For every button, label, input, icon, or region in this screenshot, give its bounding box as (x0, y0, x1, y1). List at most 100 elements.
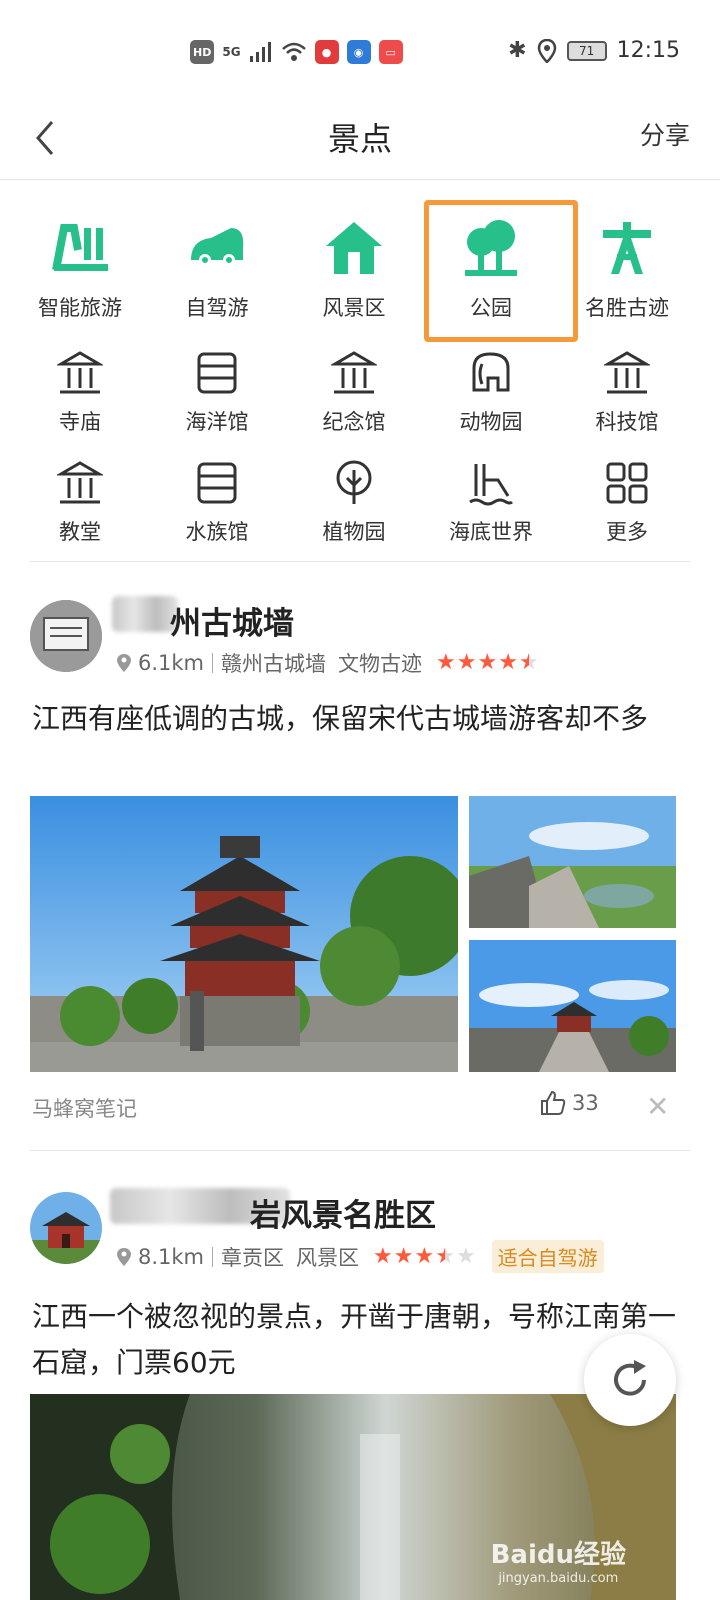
network-label: 5G (222, 45, 241, 59)
category-label: 海底世界 (449, 520, 533, 544)
area: 章贡区 (221, 1245, 285, 1270)
category-zoo[interactable]: 动物园 (422, 340, 560, 450)
category-scenic-area[interactable]: 风景区 (285, 206, 423, 320)
half-star-icon: ★ (435, 1243, 455, 1269)
car-icon (191, 228, 244, 266)
pavilion-photo (30, 796, 458, 1072)
category-aquarium[interactable]: 水族馆 (148, 450, 286, 560)
distance: 6.1km (138, 651, 205, 675)
temple-icon (57, 351, 103, 394)
aquarium-icon (197, 462, 237, 504)
camera-app-icon: ◉ (346, 40, 371, 64)
avatar-image (30, 600, 102, 672)
star-icon: ★ (498, 650, 518, 675)
status-right-icons: ✱ 71 12:15 (508, 38, 680, 63)
star-icon: ★ (414, 1243, 435, 1269)
post-description: 江西有座低调的古城，保留宋代古城墙游客却不多 (32, 702, 649, 735)
like-count: 33 (572, 1091, 599, 1115)
category-church[interactable]: 教堂 (11, 450, 149, 560)
empty-star-icon: ★ (455, 1243, 476, 1269)
blurred-text (112, 596, 178, 632)
memorial-icon (331, 351, 377, 394)
post-meta: 8.1km 章贡区 风景区 ★ ★ ★ ★ ★ 适合自驾游 (116, 1240, 604, 1273)
refresh-button[interactable] (584, 1334, 676, 1426)
watermark-url: jingyan.baidu.com (498, 1571, 619, 1586)
smart-travel-icon (52, 224, 108, 271)
bluetooth-icon: ✱ (508, 38, 527, 63)
status-bar: HD 5G ● ◉ ▭ ✱ 71 12:15 (0, 0, 720, 100)
dismiss-button[interactable]: ✕ (646, 1090, 669, 1123)
category-type: 风景区 (296, 1245, 360, 1270)
category-label: 名胜古迹 (585, 296, 669, 320)
category-label: 教堂 (59, 520, 101, 544)
category-smart-travel[interactable]: 智能旅游 (11, 206, 149, 320)
avatar[interactable] (30, 600, 102, 672)
star-icon: ★ (436, 650, 456, 675)
category-botanical-garden[interactable]: 植物园 (285, 450, 423, 560)
area: 赣州古城墙 (221, 652, 327, 676)
category-label: 动物园 (459, 410, 523, 434)
avatar-image (30, 1192, 102, 1264)
post-side-photo[interactable] (469, 940, 676, 1072)
category-type: 文物古迹 (338, 652, 423, 676)
store-app-icon: ▭ (378, 40, 403, 64)
category-self-drive[interactable]: 自驾游 (148, 206, 286, 320)
post-main-photo[interactable] (30, 796, 458, 1072)
church-icon (57, 461, 103, 504)
plant-icon (336, 460, 372, 504)
elephant-icon (472, 352, 510, 392)
category-label: 更多 (606, 520, 648, 544)
wall-photo (469, 796, 676, 928)
meta-separator (212, 1246, 214, 1267)
category-ocean-hall[interactable]: 海洋馆 (148, 340, 286, 450)
signal-icon (249, 42, 271, 62)
rating-stars: ★ ★ ★ ★ ★ (373, 1243, 476, 1269)
clock: 12:15 (616, 38, 680, 63)
watermark-brand: Baidu经验 (490, 1540, 626, 1570)
share-button[interactable]: 分享 (640, 116, 690, 152)
post-meta: 6.1km 赣州古城墙 文物古迹 ★ ★ ★ ★ ★ (116, 648, 539, 678)
section-divider (30, 1150, 690, 1151)
post-source[interactable]: 马蜂窝笔记 (32, 1093, 137, 1123)
avatar[interactable] (30, 1192, 102, 1264)
distance: 8.1km (138, 1244, 205, 1269)
tower-photo (469, 940, 676, 1072)
monument-icon (603, 222, 651, 274)
rating-stars: ★ ★ ★ ★ ★ (436, 652, 539, 674)
mic-app-icon: ● (314, 40, 339, 64)
location-icon (537, 38, 556, 63)
category-underwater-world[interactable]: 海底世界 (422, 450, 560, 560)
category-memorial[interactable]: 纪念馆 (285, 340, 423, 450)
star-icon: ★ (477, 650, 498, 675)
post-main-photo[interactable]: Baidu经验 jingyan.baidu.com (30, 1394, 676, 1600)
star-icon: ★ (373, 1243, 393, 1269)
house-icon (326, 222, 382, 274)
half-star-icon: ★ (518, 650, 539, 675)
feature-tag: 适合自驾游 (491, 1240, 604, 1273)
aquarium-icon (197, 352, 237, 394)
refresh-icon (614, 1360, 646, 1396)
section-divider (30, 561, 690, 562)
category-label: 自驾游 (185, 296, 249, 320)
category-label: 智能旅游 (38, 296, 122, 320)
category-historic-sites[interactable]: 名胜古迹 (558, 206, 696, 320)
location-pin-icon (117, 1247, 131, 1266)
category-label: 寺庙 (59, 410, 101, 434)
status-left-icons: HD 5G ● ◉ ▭ (190, 40, 403, 64)
post-title: 州古城墙 (170, 606, 294, 642)
hd-badge: HD (190, 40, 215, 64)
post-side-photo[interactable] (469, 796, 676, 928)
category-science-museum[interactable]: 科技馆 (558, 340, 696, 450)
category-label: 风景区 (322, 296, 386, 320)
category-label: 植物园 (322, 520, 386, 544)
like-button[interactable]: 33 (540, 1090, 599, 1116)
park-highlight-box (424, 200, 578, 342)
category-label: 海洋馆 (185, 410, 249, 434)
museum-icon (604, 351, 650, 394)
category-more[interactable]: 更多 (558, 450, 696, 560)
category-temple[interactable]: 寺庙 (11, 340, 149, 450)
category-label: 纪念馆 (322, 410, 386, 434)
category-label: 科技馆 (595, 410, 659, 434)
watermark: Baidu经验 jingyan.baidu.com (491, 1534, 626, 1586)
location-pin-icon (117, 654, 131, 672)
